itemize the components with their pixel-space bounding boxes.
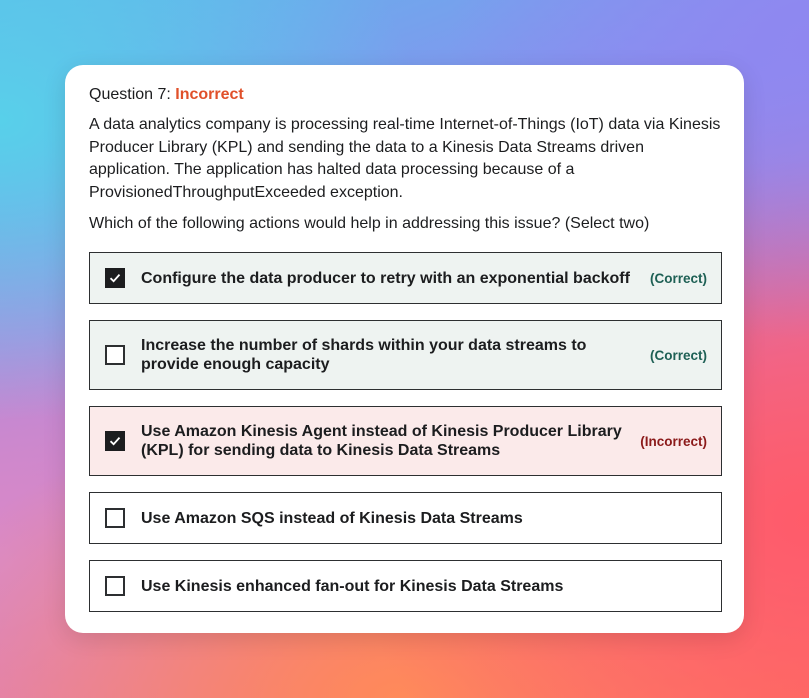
question-header: Question 7: Incorrect [89, 85, 722, 105]
question-status: Incorrect [175, 86, 244, 103]
question-prompt: Which of the following actions would hel… [89, 215, 650, 232]
answer-result-label: (Correct) [649, 347, 707, 363]
answer-option-text: Use Kinesis enhanced fan-out for Kinesis… [141, 577, 564, 595]
answer-option-5[interactable]: Use Kinesis enhanced fan-out for Kinesis… [89, 560, 722, 612]
answer-option-1[interactable]: Configure the data producer to retry wit… [89, 252, 722, 304]
answer-option-3[interactable]: Use Amazon Kinesis Agent instead of Kine… [89, 406, 722, 476]
checkbox-unchecked[interactable] [105, 345, 125, 365]
checkmark-icon [109, 274, 121, 283]
answer-options: Configure the data producer to retry wit… [89, 252, 722, 612]
checkbox-unchecked[interactable] [105, 508, 125, 528]
answer-option-2[interactable]: Increase the number of shards within you… [89, 320, 722, 390]
answer-option-4[interactable]: Use Amazon SQS instead of Kinesis Data S… [89, 492, 722, 544]
question-text: A data analytics company is processing r… [89, 116, 721, 201]
checkmark-icon [109, 437, 121, 446]
answer-option-text: Configure the data producer to retry wit… [141, 269, 630, 287]
answer-result-label: (Correct) [649, 270, 707, 286]
checkbox-unchecked[interactable] [105, 576, 125, 596]
question-number: Question 7: [89, 86, 171, 103]
checkbox-checked[interactable] [105, 431, 125, 451]
answer-option-text: Use Amazon Kinesis Agent instead of Kine… [141, 423, 622, 459]
answer-result-label: (Incorrect) [640, 433, 707, 449]
answer-option-text: Increase the number of shards within you… [141, 337, 587, 373]
question-card: Question 7: Incorrect A data analytics c… [65, 65, 744, 633]
answer-option-text: Use Amazon SQS instead of Kinesis Data S… [141, 509, 523, 527]
checkbox-checked[interactable] [105, 268, 125, 288]
